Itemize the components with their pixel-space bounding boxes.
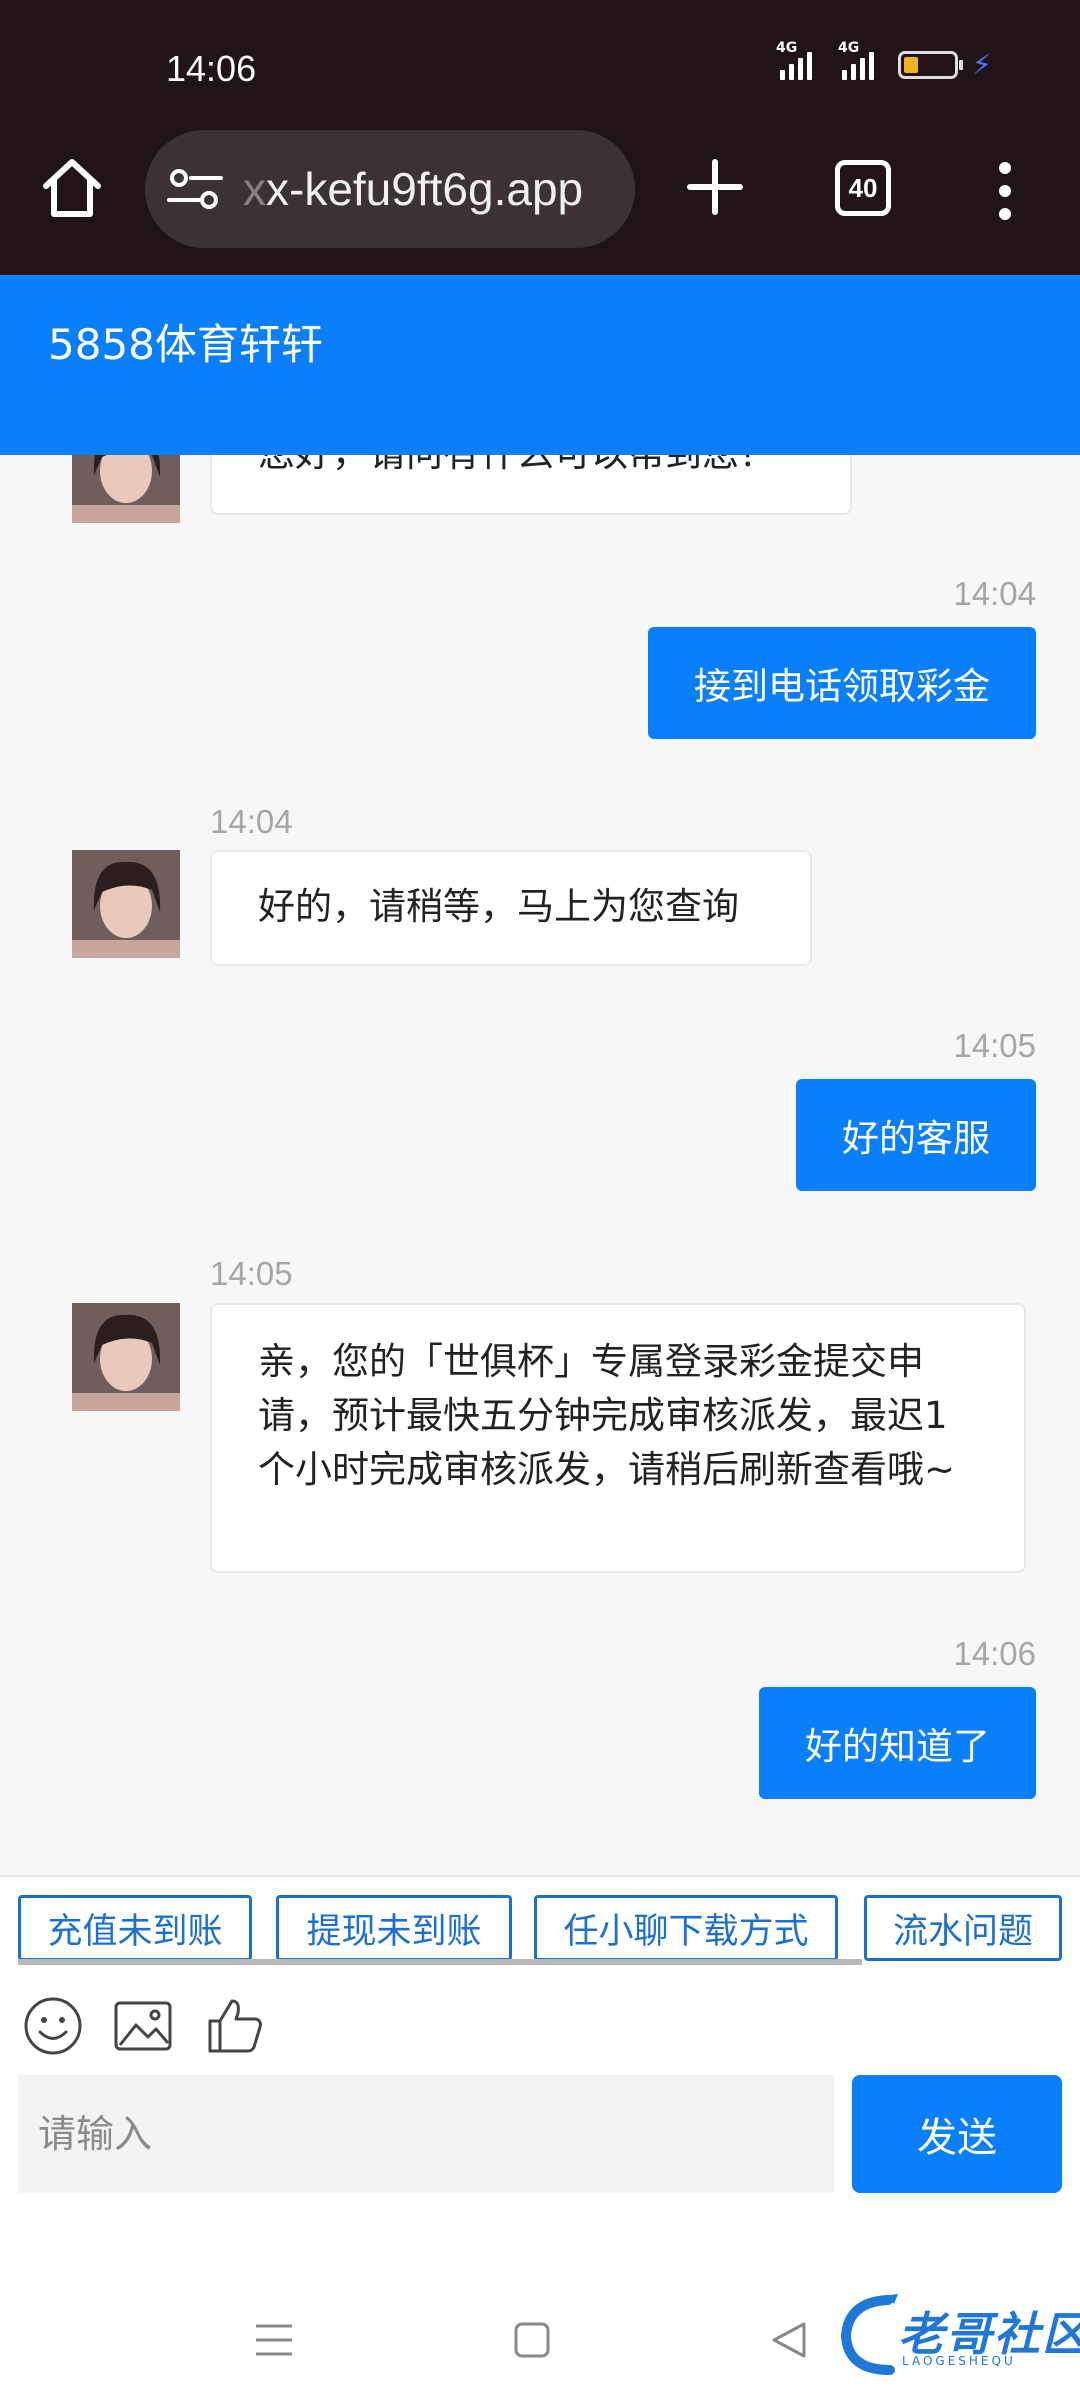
agent-avatar xyxy=(72,455,180,523)
chat-messages[interactable]: 您好，请问有什么可以帮到您？ 14:04 接到电话领取彩金 14:04 好的，请… xyxy=(0,455,1080,1875)
message-text: 好的，请稍等，马上为您查询 xyxy=(258,885,739,928)
composer-tools xyxy=(0,1965,1080,2075)
quick-reply-button[interactable]: 充值未到账 xyxy=(18,1895,252,1961)
site-settings-icon[interactable] xyxy=(165,164,225,214)
url-text: xx-kefu9ft6g.app xyxy=(243,162,633,216)
chat-header: 5858体育轩轩 xyxy=(0,275,1080,455)
message-text: 好的知道了 xyxy=(805,1725,990,1768)
watermark-logo: 老哥社区 LAOGESHEQU xyxy=(838,2290,1080,2380)
message-timestamp: 14:06 xyxy=(953,1635,1036,1672)
message-text: 亲，您的「世俱杯」专属登录彩金提交申请，预计最快五分钟完成审核派发，最迟1个小时… xyxy=(258,1340,956,1491)
charging-icon: ⚡ xyxy=(972,48,992,81)
quick-reply-button[interactable]: 流水问题 xyxy=(864,1895,1062,1961)
quick-reply-button[interactable]: 任小聊下载方式 xyxy=(534,1895,838,1961)
status-time: 14:06 xyxy=(166,48,257,89)
home-icon xyxy=(43,159,101,217)
image-icon[interactable] xyxy=(112,1995,174,2057)
tab-switcher-button[interactable]: 40 xyxy=(835,160,891,216)
message-text: 接到电话领取彩金 xyxy=(694,665,990,708)
browser-toolbar: xx-kefu9ft6g.app 40 xyxy=(0,130,1080,275)
more-menu-icon[interactable] xyxy=(990,156,1020,226)
plus-icon xyxy=(687,159,743,215)
battery-icon xyxy=(898,51,963,79)
home-square-icon[interactable] xyxy=(502,2310,562,2370)
url-value: x-kefu9ft6g.app xyxy=(266,163,584,215)
agent-message: 您好，请问有什么可以帮到您？ xyxy=(210,455,852,515)
address-bar[interactable]: xx-kefu9ft6g.app xyxy=(145,130,635,248)
agent-message: 亲，您的「世俱杯」专属登录彩金提交申请，预计最快五分钟完成审核派发，最迟1个小时… xyxy=(210,1303,1026,1573)
home-button[interactable] xyxy=(36,152,108,224)
status-icons: 4G 4G ⚡ xyxy=(776,40,992,81)
message-input[interactable] xyxy=(18,2075,834,2193)
status-bar: 14:06 4G 4G ⚡ xyxy=(0,0,1080,130)
url-faded-prefix: x xyxy=(243,163,266,215)
message-timestamp: 14:04 xyxy=(210,803,293,840)
screen: 14:06 4G 4G ⚡ xx-kefu9ft6g.app 40 5858体育… xyxy=(0,0,1080,2400)
message-text: 您好，请问有什么可以帮到您？ xyxy=(258,455,776,475)
quick-reply-bar[interactable]: 充值未到账 提现未到账 任小聊下载方式 流水问题 xyxy=(0,1875,1080,1967)
agent-avatar xyxy=(72,850,180,958)
message-timestamp: 14:05 xyxy=(210,1255,293,1292)
agent-avatar xyxy=(72,1303,180,1411)
page-title: 5858体育轩轩 xyxy=(48,320,323,369)
message-timestamp: 14:05 xyxy=(953,1027,1036,1064)
thumbs-up-icon[interactable] xyxy=(204,1995,266,2057)
back-icon[interactable] xyxy=(760,2310,820,2370)
watermark-subtext: LAOGESHEQU xyxy=(902,2354,1016,2368)
signal-icon: 4G xyxy=(776,40,812,80)
user-message: 接到电话领取彩金 xyxy=(648,627,1036,739)
signal-icon-2: 4G xyxy=(838,40,874,80)
send-button[interactable]: 发送 xyxy=(852,2075,1062,2193)
emoji-icon[interactable] xyxy=(22,1995,84,2057)
agent-message: 好的，请稍等，马上为您查询 xyxy=(210,850,812,966)
network-type-label: 4G xyxy=(776,40,798,56)
message-timestamp: 14:04 xyxy=(953,575,1036,612)
quick-reply-button[interactable]: 提现未到账 xyxy=(276,1895,512,1961)
new-tab-button[interactable] xyxy=(680,152,750,222)
menu-icon[interactable] xyxy=(244,2310,304,2370)
user-message: 好的客服 xyxy=(796,1079,1036,1191)
network-type-label-2: 4G xyxy=(838,40,860,56)
message-text: 好的客服 xyxy=(842,1117,990,1160)
user-message: 好的知道了 xyxy=(759,1687,1036,1799)
